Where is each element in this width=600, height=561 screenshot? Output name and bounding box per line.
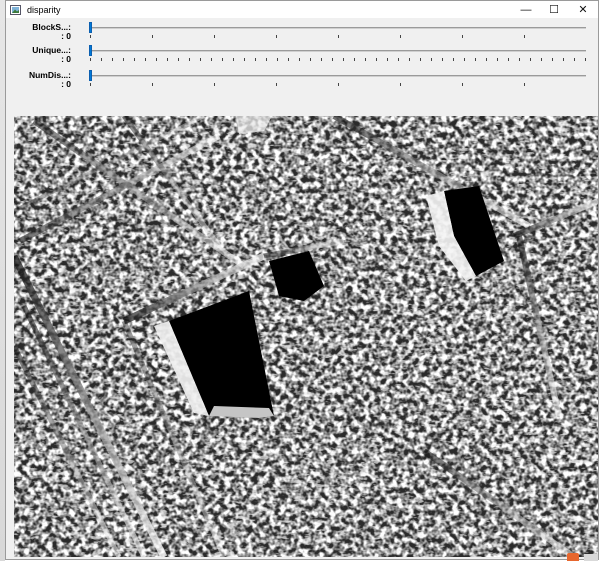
trackbar-track[interactable] (90, 27, 586, 29)
trackbar-numdisparities: NumDis...: : 0 (6, 68, 598, 92)
trackbar-blocksize: BlockS...: : 0 (6, 20, 598, 44)
window-controls: — ☐ ✕ (512, 1, 598, 18)
trackbar-thumb[interactable] (89, 45, 92, 56)
maximize-icon[interactable]: ☐ (540, 1, 568, 18)
disparity-map-image (14, 116, 598, 557)
trackbar-value: : 0 (61, 31, 71, 41)
trackbar-thumb[interactable] (89, 70, 92, 81)
trackbar-uniqueness: Unique...: : 0 (6, 43, 598, 67)
trackbar-label: Unique...: : 0 (32, 46, 71, 64)
trackbar-ticks (90, 58, 586, 61)
trackbar-label: NumDis...: : 0 (29, 71, 71, 89)
trackbar-track[interactable] (90, 75, 586, 77)
disparity-map-graphic (14, 116, 598, 557)
title-bar[interactable]: disparity — ☐ ✕ (6, 1, 598, 18)
window-title: disparity (27, 4, 61, 15)
image-window-icon (9, 4, 21, 16)
trackbar-panel: BlockS...: : 0 Unique...: : 0 NumDis...:… (6, 18, 598, 115)
tray-app-icon (567, 553, 579, 561)
close-icon[interactable]: ✕ (568, 1, 598, 18)
trackbar-thumb[interactable] (89, 22, 92, 33)
trackbar-ticks (90, 35, 586, 38)
trackbar-label: BlockS...: : 0 (32, 23, 71, 41)
disparity-window: disparity — ☐ ✕ BlockS...: : 0 Unique...… (5, 0, 599, 560)
trackbar-ticks (90, 83, 586, 86)
tray-item (584, 554, 598, 561)
trackbar-value: : 0 (61, 54, 71, 64)
trackbar-value: : 0 (61, 79, 71, 89)
minimize-icon[interactable]: — (512, 1, 540, 18)
disparity-texture-secondary (14, 116, 598, 557)
trackbar-track[interactable] (90, 50, 586, 52)
